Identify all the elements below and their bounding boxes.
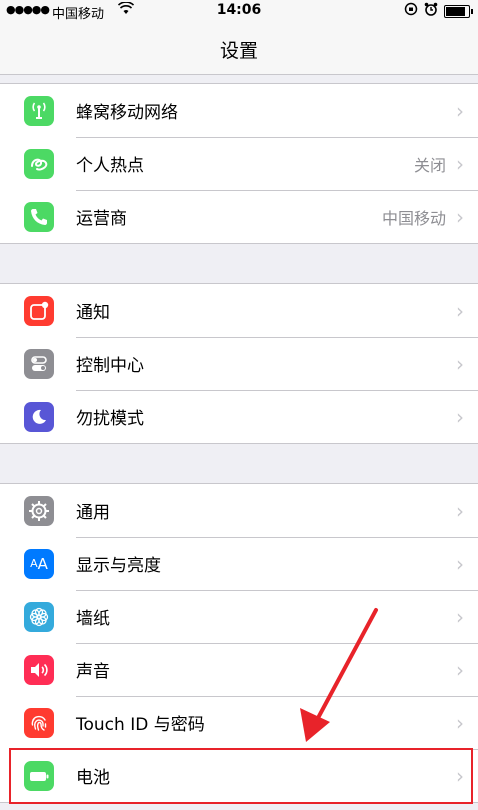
annotation-arrow-icon bbox=[300, 608, 378, 742]
